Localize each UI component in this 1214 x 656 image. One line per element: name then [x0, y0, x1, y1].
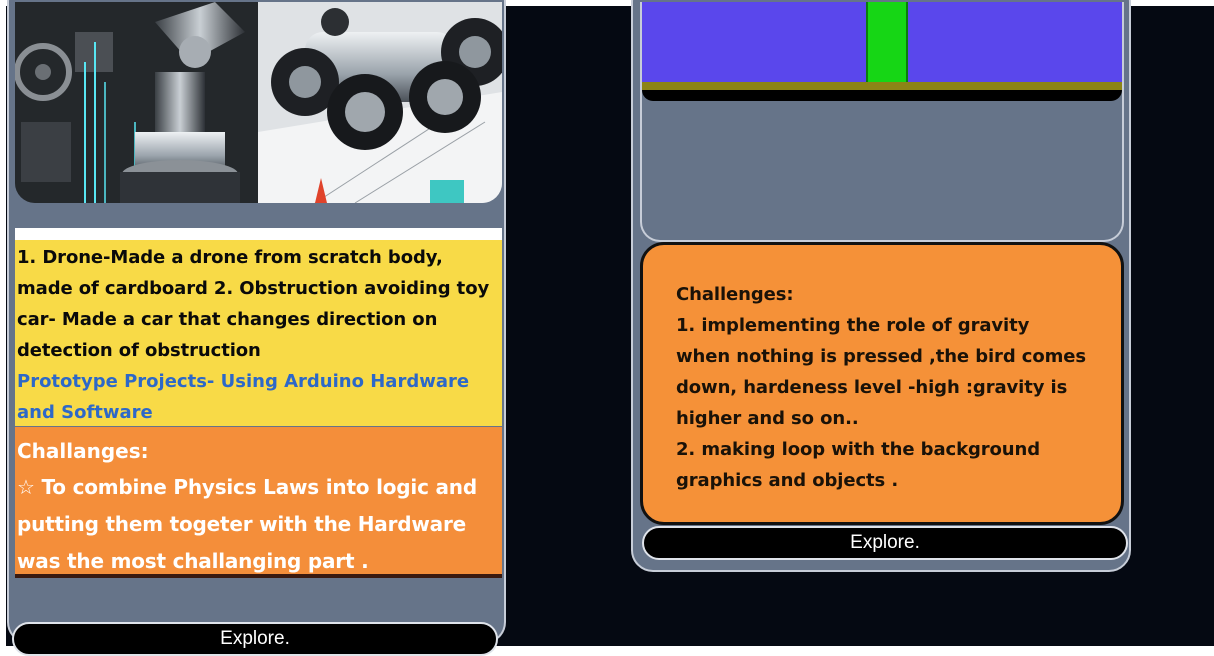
explore-button[interactable]: Explore. [12, 622, 498, 656]
challenges-heading: Challanges: [17, 439, 149, 463]
challenges-panel: Challenges: 1. implementing the role of … [640, 242, 1124, 525]
project-card-flappy-bird: Challenges: 1. implementing the role of … [631, 0, 1131, 572]
project-description: 1. Drone-Made a drone from scratch body,… [17, 247, 490, 361]
game-ground [642, 82, 1122, 90]
robotics-arduino-illustration [15, 2, 502, 203]
challenges-heading: Challenges: [676, 284, 794, 305]
project-card-robotics: 1. Drone-Made a drone from scratch body,… [7, 0, 506, 644]
explore-button[interactable]: Explore. [642, 526, 1128, 560]
challenge-item-1: 1. implementing the role of gravity when… [676, 315, 1087, 429]
game-ground-base [642, 90, 1122, 101]
robotics-image [15, 2, 502, 203]
project-subtitle: Prototype Projects- Using Arduino Hardwa… [17, 371, 470, 423]
divider-strip [15, 228, 502, 240]
flappy-bird-game-preview [640, 2, 1124, 242]
panel-divider [15, 574, 502, 578]
project-description-panel: 1. Drone-Made a drone from scratch body,… [15, 240, 502, 426]
challenges-panel: Challanges: ☆ To combine Physics Laws in… [15, 427, 502, 575]
game-pipe [866, 2, 908, 91]
challenge-item-2: 2. making loop with the background graph… [676, 439, 1040, 491]
challenges-text: ☆ To combine Physics Laws into logic and… [17, 475, 477, 573]
